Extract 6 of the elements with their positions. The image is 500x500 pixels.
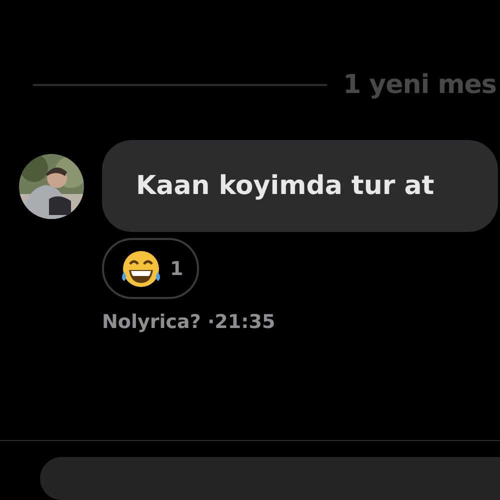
message-input-field[interactable] bbox=[40, 456, 500, 500]
reaction-chip[interactable]: 1 bbox=[102, 238, 200, 299]
sender-and-time: Nolyrica? ·21:35 bbox=[102, 311, 276, 333]
new-messages-label: 1 yeni mes bbox=[343, 70, 496, 100]
laughing-face-icon bbox=[120, 250, 162, 288]
message-text: Kaan koyimda tur at bbox=[136, 171, 434, 201]
